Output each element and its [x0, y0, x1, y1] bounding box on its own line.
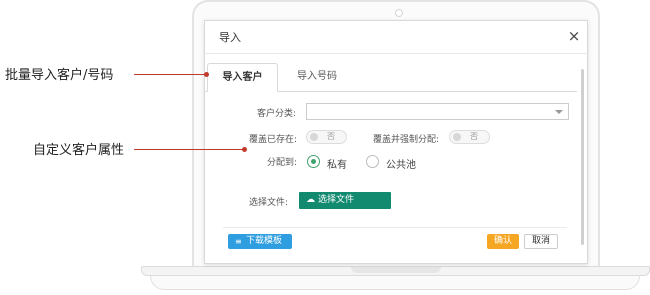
dialog-header: 导入 × — [205, 21, 587, 54]
dialog-title: 导入 — [219, 31, 241, 44]
callout-line-batch-import — [134, 74, 206, 75]
toggle-knob — [453, 133, 461, 141]
assign-to-label: 分配到: — [267, 158, 298, 168]
choose-file-button-label: 选择文件 — [318, 195, 355, 205]
confirm-button[interactable]: 确认 — [487, 234, 519, 249]
radio-private[interactable] — [307, 155, 320, 168]
scrollbar[interactable] — [581, 69, 584, 245]
laptop-notch — [351, 267, 441, 273]
overwrite-existing-label: 覆盖已存在: — [249, 135, 298, 145]
layers-icon: ≡ — [235, 237, 242, 246]
download-template-button[interactable]: ≡ 下载模板 — [228, 234, 292, 249]
callout-line-custom-attributes — [134, 149, 244, 150]
toggle-state: 否 — [470, 132, 478, 141]
callout-dot-batch-import — [204, 72, 209, 77]
laptop-camera — [395, 9, 403, 17]
callout-dot-custom-attributes — [242, 147, 247, 152]
footer-divider — [223, 227, 567, 228]
radio-private-label: 私有 — [327, 160, 347, 171]
customer-category-label: 客户分类: — [257, 109, 297, 119]
choose-file-button[interactable]: ☁ 选择文件 — [299, 192, 391, 209]
overwrite-force-assign-toggle[interactable]: 否 — [449, 130, 490, 144]
toggle-knob — [310, 133, 318, 141]
toggle-state: 否 — [327, 132, 335, 141]
callout-custom-attributes: 自定义客户属性 — [33, 143, 125, 158]
callout-batch-import: 批量导入客户/号码 — [5, 68, 114, 83]
import-dialog: 导入 × 导入客户 导入号码 客户分类: 覆盖已存在: 否 覆盖并强制分配: 否… — [204, 20, 588, 264]
overwrite-force-assign-label: 覆盖并强制分配: — [373, 135, 440, 145]
close-icon[interactable]: × — [565, 27, 583, 45]
tab-import-customers[interactable]: 导入客户 — [207, 63, 278, 92]
page: 导入 × 导入客户 导入号码 客户分类: 覆盖已存在: 否 覆盖并强制分配: 否… — [0, 0, 650, 295]
cloud-upload-icon: ☁ — [306, 195, 315, 205]
choose-file-label: 选择文件: — [249, 198, 289, 208]
download-template-label: 下载模板 — [246, 236, 283, 246]
radio-public-pool[interactable] — [366, 155, 379, 168]
customer-category-select[interactable] — [306, 103, 569, 120]
tab-bar: 导入客户 导入号码 — [205, 63, 577, 92]
cancel-button[interactable]: 取消 — [524, 234, 558, 249]
chevron-down-icon — [555, 110, 563, 114]
radio-public-pool-label: 公共池 — [386, 160, 416, 171]
tab-import-numbers[interactable]: 导入号码 — [285, 63, 349, 91]
overwrite-existing-toggle[interactable]: 否 — [306, 130, 347, 144]
laptop-foot — [150, 276, 640, 290]
